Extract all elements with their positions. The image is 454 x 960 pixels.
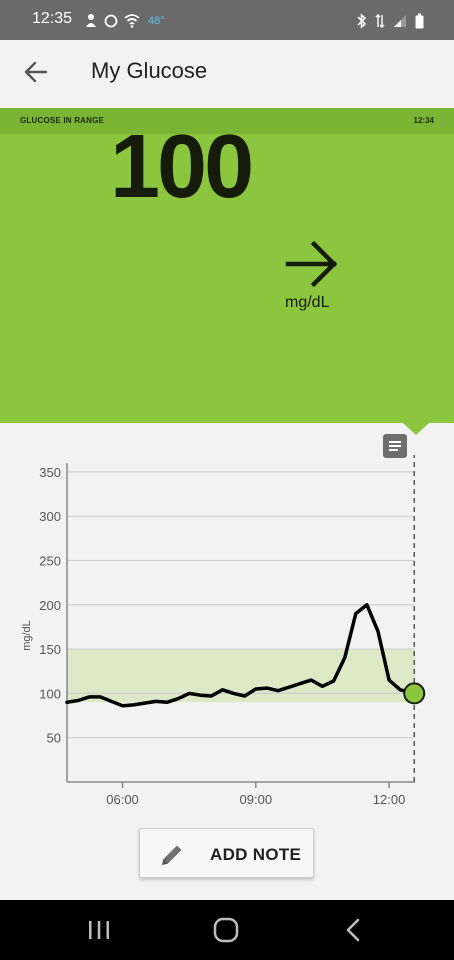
bluetooth-icon [357,13,367,29]
app-bar: My Glucose [0,40,454,104]
y-tick-label: 350 [39,465,61,480]
pencil-icon [162,845,182,865]
y-axis-label: mg/dL [21,620,33,651]
arrow-right-icon [285,240,338,288]
x-tick-label: 09:00 [240,792,273,807]
notification-icon [86,14,96,27]
signal-icon [394,15,406,27]
wifi-shield-icon [124,14,140,28]
status-icons-left: 48° [84,11,165,31]
home-button[interactable] [210,914,242,946]
status-temperature: 48° [148,15,165,27]
add-note-label: ADD NOTE [210,845,302,864]
glucose-unit: mg/dL [285,294,330,311]
status-bar: 12:35 48° [0,0,454,40]
y-tick-label: 200 [39,598,61,613]
home-icon [213,917,239,943]
y-tick-label: 100 [39,686,61,701]
reading-time: 12:34 [413,116,434,125]
y-tick-label: 250 [39,553,61,568]
circle-icon [104,14,118,28]
x-tick-label: 06:00 [106,792,139,807]
battery-icon [415,13,424,29]
recent-apps-icon [89,921,109,939]
range-status-label: GLUCOSE IN RANGE [20,116,105,125]
page-title: My Glucose [91,58,208,83]
back-button[interactable] [20,56,52,88]
back-nav-icon [346,918,360,942]
add-note-button[interactable]: ADD NOTE [139,828,314,878]
system-nav-bar [0,900,454,960]
y-tick-label: 50 [47,731,61,746]
glucose-value: 100 [110,117,254,217]
back-nav-button[interactable] [338,914,370,946]
current-reading-marker [403,682,426,705]
status-icons-right [357,11,424,31]
glucose-screen: 12:35 48° My Glucose GLUCOSE IN RANGE 12… [0,0,454,960]
arrow-back-icon [24,61,48,83]
x-tick-label: 12:00 [373,792,406,807]
y-tick-label: 300 [39,509,61,524]
glucose-chart: 50 100 150 200 250 300 350 06:00 09:00 12:00 mg/dL [21,455,426,807]
y-tick-label: 150 [39,642,61,657]
recent-apps-button[interactable] [83,914,115,946]
status-time: 12:35 [32,10,73,27]
data-icon [375,14,385,28]
